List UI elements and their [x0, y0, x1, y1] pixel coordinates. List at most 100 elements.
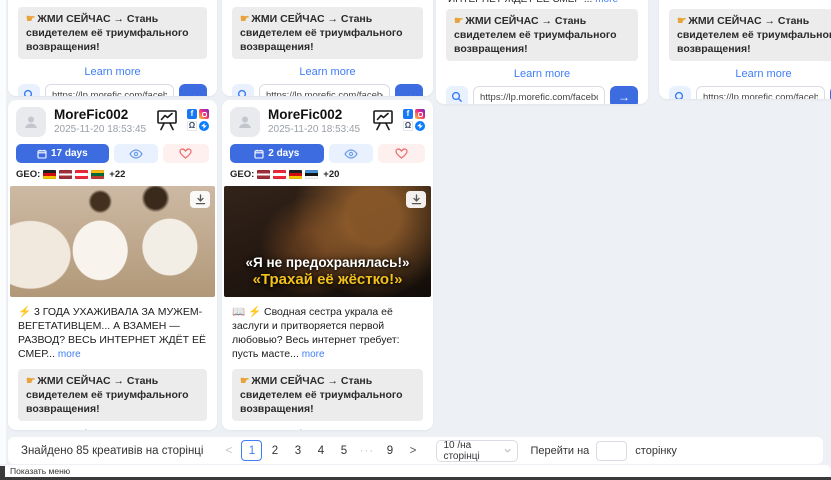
active-days-button[interactable]: 17 days — [16, 144, 109, 163]
favorite-button[interactable] — [163, 144, 209, 163]
ad-headline: ☛ЖМИ СЕЙЧАС → Стань свидетелем её триумф… — [669, 9, 831, 61]
facebook-icon: f — [403, 109, 413, 119]
show-menu-button[interactable]: Показать меню — [10, 466, 70, 476]
learn-more-link[interactable]: Learn more — [659, 68, 831, 80]
creative-card-2: MoreFic002 2025-11-20 18:53:45 f Ω 2 day… — [222, 100, 433, 430]
favorite-button[interactable] — [378, 144, 425, 163]
search-icon[interactable] — [232, 84, 254, 96]
landing-url-row: → — [18, 84, 207, 96]
learn-more-link[interactable]: Learn more — [8, 66, 217, 78]
chevron-down-icon — [504, 448, 511, 453]
creative-card-top-1: ☛ЖМИ СЕЙЧАС → Стань свидетелем её триумф… — [8, 0, 217, 96]
flag-lt-icon — [91, 170, 104, 179]
audience-network-icon: Ω — [403, 121, 413, 131]
search-icon[interactable] — [18, 84, 40, 96]
active-days-button[interactable]: 2 days — [230, 144, 324, 163]
advertiser-name: MoreFic002 — [268, 107, 371, 122]
page-9-button[interactable]: 9 — [379, 440, 400, 461]
open-url-button[interactable]: → — [395, 84, 423, 96]
more-link[interactable]: more — [58, 349, 81, 360]
ad-headline: ☛ЖМИ СЕЙЧАС → Стань свидетелем её триумф… — [446, 9, 638, 61]
pointing-hand-icon: ☛ — [240, 13, 249, 25]
landing-url-input[interactable] — [696, 86, 825, 99]
goto-page-input[interactable] — [596, 441, 627, 461]
facebook-icon: f — [187, 109, 197, 119]
more-link[interactable]: more — [302, 349, 325, 360]
flag-lv-icon — [59, 170, 72, 179]
page-1-button[interactable]: 1 — [241, 440, 262, 461]
more-pages-button[interactable]: ··· — [356, 440, 377, 461]
landing-url-row: → — [669, 86, 831, 99]
platforms: f Ω — [403, 109, 425, 131]
ad-headline: ☛ЖМИ СЕЙЧАС → Стань свидетелем её триумф… — [232, 369, 423, 421]
presentation-chart-icon[interactable] — [155, 109, 179, 136]
advertiser-name: MoreFic002 — [54, 107, 155, 122]
heart-icon — [179, 148, 192, 159]
clipped-text — [20, 0, 205, 4]
open-url-button[interactable]: → — [610, 86, 638, 104]
instagram-icon — [415, 109, 425, 119]
page-5-button[interactable]: 5 — [333, 440, 354, 461]
next-page-button[interactable]: > — [402, 440, 423, 461]
lightning-icon: ⚡ — [18, 306, 31, 318]
pointing-hand-icon: ☛ — [26, 375, 35, 387]
arrow-right-icon: → — [187, 88, 199, 96]
landing-url-row: → — [232, 84, 423, 96]
collapsed-sidebar — [0, 0, 6, 464]
image-overlay-text: «Я не предохранялась!» «Трахай её жёстко… — [224, 254, 431, 289]
instagram-icon — [199, 109, 209, 119]
learn-more-link[interactable]: Learn more — [222, 428, 433, 430]
platforms: f Ω — [187, 109, 209, 131]
learn-more-link[interactable]: Learn more — [222, 66, 433, 78]
creative-image — [10, 186, 215, 297]
eye-icon — [344, 149, 358, 159]
preview-button[interactable] — [114, 144, 158, 163]
landing-url-input[interactable] — [473, 86, 605, 104]
page-3-button[interactable]: 3 — [287, 440, 308, 461]
flag-lv-icon — [257, 170, 270, 179]
geo-label: GEO: — [230, 169, 254, 180]
open-url-button[interactable]: → — [179, 84, 207, 96]
pointing-hand-icon: ☛ — [677, 15, 686, 27]
page-size-select[interactable]: 10 /на сторінці — [436, 440, 518, 462]
pointing-hand-icon: ☛ — [26, 13, 35, 25]
preview-button[interactable] — [329, 144, 374, 163]
prev-page-button[interactable]: < — [218, 440, 239, 461]
flag-de-icon — [43, 170, 56, 179]
download-image-button[interactable] — [190, 191, 210, 208]
flag-de-icon — [289, 170, 302, 179]
avatar — [230, 107, 260, 137]
advertiser-row: MoreFic002 2025-11-20 18:53:45 f Ω — [8, 100, 217, 137]
pagination-bar: Знайдено 85 креативів на сторінці < 1 2 … — [8, 437, 823, 464]
more-link[interactable]: more — [595, 0, 618, 5]
learn-more-link[interactable]: Learn more — [436, 68, 648, 80]
download-icon — [195, 194, 206, 205]
search-icon[interactable] — [446, 86, 468, 104]
search-icon[interactable] — [669, 86, 691, 99]
pointing-hand-icon: ☛ — [240, 375, 249, 387]
landing-url-input[interactable] — [45, 84, 174, 96]
creative-datetime: 2025-11-20 18:53:45 — [54, 124, 155, 135]
creative-datetime: 2025-11-20 18:53:45 — [268, 124, 371, 135]
arrow-right-icon: → — [618, 90, 630, 104]
geo-row: GEO: +20 — [230, 169, 425, 180]
download-image-button[interactable] — [406, 191, 426, 208]
clipped-text — [671, 0, 831, 6]
page-2-button[interactable]: 2 — [264, 440, 285, 461]
page-4-button[interactable]: 4 — [310, 440, 331, 461]
ad-headline: ☛ЖМИ СЕЙЧАС → Стань свидетелем её триумф… — [18, 369, 207, 421]
messenger-icon — [199, 121, 209, 131]
geo-extra-count: +20 — [323, 169, 339, 180]
eye-icon — [129, 149, 143, 159]
landing-url-input[interactable] — [259, 84, 390, 96]
goto-page-suffix: сторінку — [635, 445, 677, 457]
calendar-icon — [254, 149, 264, 159]
learn-more-link[interactable]: Learn more — [8, 428, 217, 430]
geo-flags — [257, 170, 318, 179]
geo-row: GEO: +22 — [16, 169, 209, 180]
audience-network-icon: Ω — [187, 121, 197, 131]
results-count: Знайдено 85 креативів на сторінці — [21, 445, 203, 457]
presentation-chart-icon[interactable] — [371, 109, 395, 136]
advertiser-row: MoreFic002 2025-11-20 18:53:45 f Ω — [222, 100, 433, 137]
geo-flags — [43, 170, 104, 179]
